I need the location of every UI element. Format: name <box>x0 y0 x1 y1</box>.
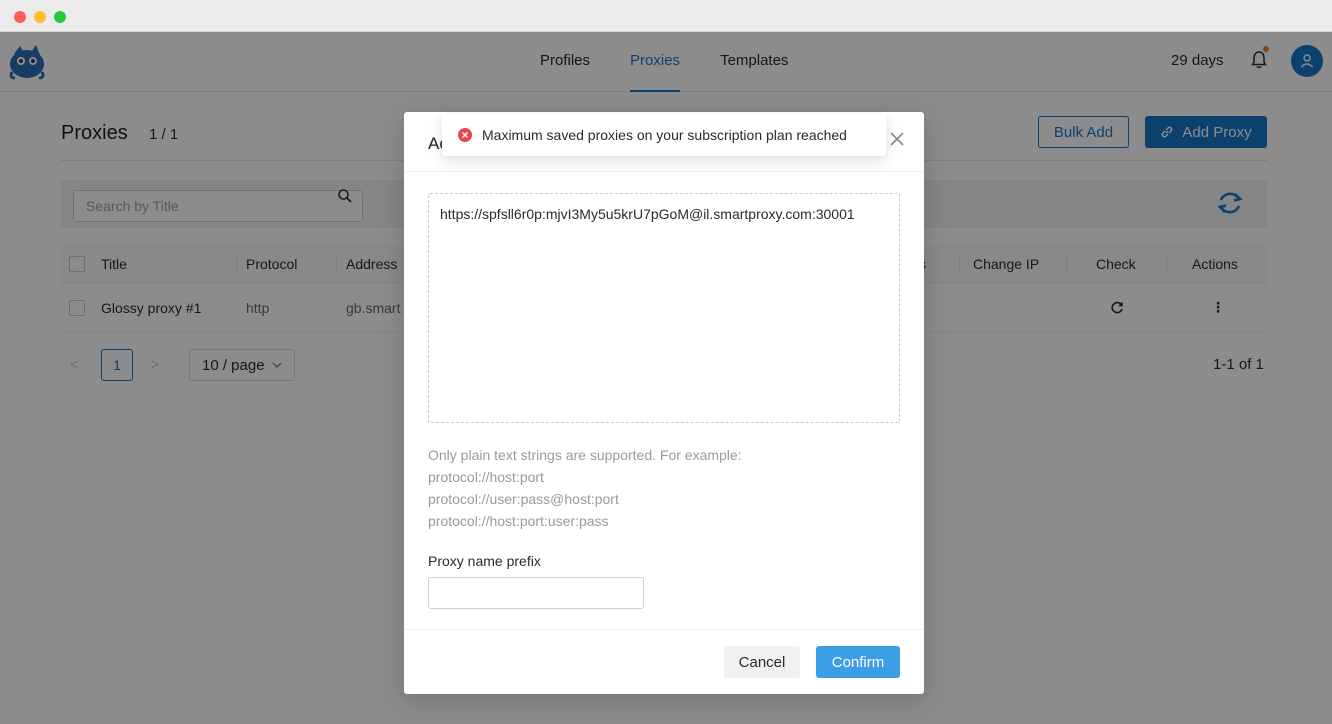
cancel-button[interactable]: Cancel <box>724 646 800 678</box>
hint-line: protocol://host:port:user:pass <box>428 513 609 529</box>
add-proxy-dialog: Ac https://spfsll6r0p:mjvI3My5u5krU7pGoM… <box>404 112 924 694</box>
minimize-window-button[interactable] <box>34 11 46 23</box>
error-circle-icon <box>458 128 472 142</box>
error-toast: Maximum saved proxies on your subscripti… <box>442 114 886 156</box>
close-icon[interactable] <box>888 130 906 148</box>
toast-message: Maximum saved proxies on your subscripti… <box>482 127 847 143</box>
proxy-name-prefix-label: Proxy name prefix <box>428 553 541 569</box>
hint-line: protocol://host:port <box>428 469 544 485</box>
dialog-footer: Cancel Confirm <box>404 629 924 694</box>
proxy-list-textarea[interactable]: https://spfsll6r0p:mjvI3My5u5krU7pGoM@il… <box>428 193 900 423</box>
confirm-button[interactable]: Confirm <box>816 646 900 678</box>
proxy-name-prefix-input[interactable] <box>428 577 644 609</box>
format-hint: Only plain text strings are supported. F… <box>428 444 742 532</box>
window-titlebar <box>0 0 1332 32</box>
hint-line: protocol://user:pass@host:port <box>428 491 619 507</box>
hint-line: Only plain text strings are supported. F… <box>428 447 742 463</box>
close-window-button[interactable] <box>14 11 26 23</box>
zoom-window-button[interactable] <box>54 11 66 23</box>
